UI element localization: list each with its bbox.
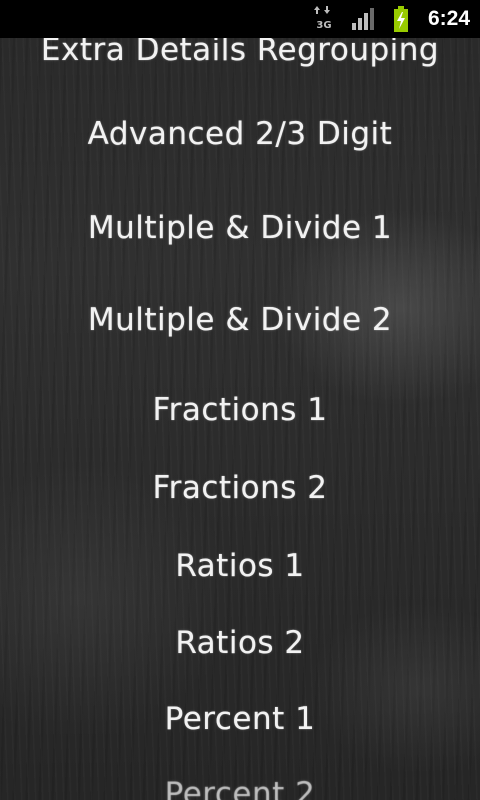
menu-item-percent-1[interactable]: Percent 1 [0, 701, 480, 737]
menu-item-ratios-1[interactable]: Ratios 1 [0, 548, 480, 584]
menu-item-fractions-1[interactable]: Fractions 1 [0, 392, 480, 428]
status-bar: 3G 6:24 [0, 0, 480, 38]
network-label: 3G [316, 20, 331, 31]
lesson-menu: Extra Details Regrouping Advanced 2/3 Di… [0, 38, 480, 800]
menu-item-fractions-2[interactable]: Fractions 2 [0, 470, 480, 506]
menu-item-percent-2[interactable]: Percent 2 [0, 776, 480, 800]
data-3g-icon: 3G [312, 0, 336, 38]
chalkboard-background: Extra Details Regrouping Advanced 2/3 Di… [0, 38, 480, 800]
menu-item-multiple-divide-2[interactable]: Multiple & Divide 2 [0, 302, 480, 338]
screen: 3G 6:24 Extra Details Regrouping Advance… [0, 0, 480, 800]
menu-item-ratios-2[interactable]: Ratios 2 [0, 625, 480, 661]
menu-item-extra-details-regrouping[interactable]: Extra Details Regrouping [0, 38, 480, 68]
menu-item-advanced-2-3-digit[interactable]: Advanced 2/3 Digit [0, 116, 480, 152]
battery-charging-icon [392, 0, 410, 38]
signal-bars-icon [350, 0, 378, 38]
clock: 6:24 [427, 7, 470, 30]
menu-item-multiple-divide-1[interactable]: Multiple & Divide 1 [0, 210, 480, 246]
